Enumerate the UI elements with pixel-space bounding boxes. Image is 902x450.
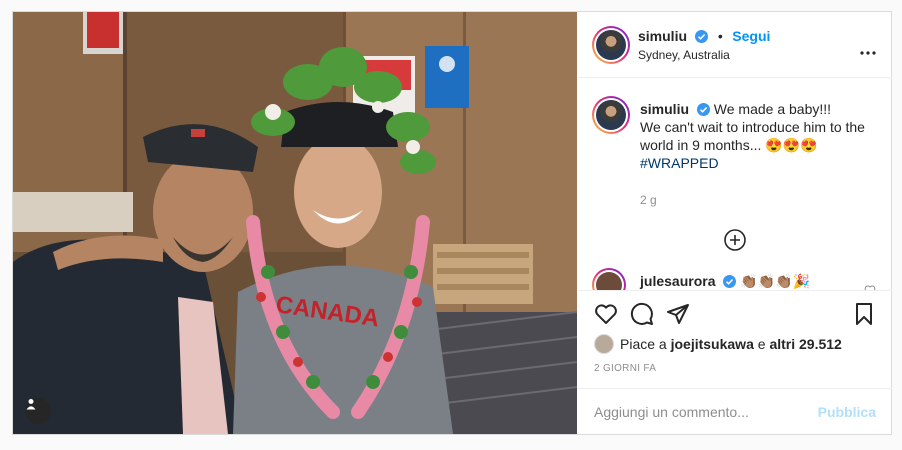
likes-prefix: Piace a — [620, 336, 667, 352]
likes-summary: Piace a joejitsukawa e altri 29.512 — [594, 334, 842, 354]
post-header: simuliu • Segui Sydney, Australia — [578, 12, 892, 78]
commenter-avatar[interactable] — [592, 268, 626, 290]
post-date[interactable]: 2 GIORNI FA — [594, 363, 656, 374]
liker-username[interactable]: joejitsukawa — [671, 336, 754, 352]
verified-badge-icon — [695, 30, 709, 43]
add-comment-bar: Pubblica — [578, 388, 892, 435]
liker-avatar[interactable] — [594, 334, 614, 354]
verified-badge-icon — [696, 102, 710, 116]
separator-dot: • — [717, 28, 723, 44]
post-photo[interactable]: CANADA — [13, 12, 577, 434]
more-horizontal-icon — [860, 42, 876, 59]
verified-badge-icon — [723, 275, 737, 288]
author-avatar[interactable] — [592, 26, 630, 64]
post-actions: Piace a joejitsukawa e altri 29.512 2 GI… — [578, 290, 892, 440]
comment-like-button[interactable] — [864, 283, 876, 290]
comment-text: 👏🏽👏🏽👏🏽🎉 — [740, 273, 810, 289]
caption-hashtag[interactable]: #WRAPPED — [640, 155, 719, 171]
publish-button[interactable]: Pubblica — [818, 404, 876, 420]
load-more-comments-button[interactable] — [723, 228, 747, 252]
save-button[interactable] — [852, 302, 876, 326]
plus-circle-icon — [723, 229, 747, 256]
heart-icon — [864, 283, 876, 290]
comments-section: simuliu We made a baby!!! We can't wait … — [578, 78, 892, 290]
comment-input[interactable] — [594, 401, 814, 423]
like-button[interactable] — [594, 302, 618, 326]
caption-line2: We can't wait to introduce him to the wo… — [640, 119, 865, 153]
post-sidebar: simuliu • Segui Sydney, Australia simuli… — [578, 12, 892, 434]
comment-icon — [630, 302, 654, 330]
comment-button[interactable] — [630, 302, 654, 326]
share-button[interactable] — [666, 302, 690, 326]
likes-conj: e — [757, 336, 766, 352]
caption: simuliu We made a baby!!! We can't wait … — [640, 100, 880, 172]
comment-item: jules​aurora 👏🏽👏🏽👏🏽🎉 — [640, 273, 810, 290]
caption-username[interactable]: simuliu — [640, 101, 689, 117]
caption-time[interactable]: 2 g — [640, 193, 657, 207]
instagram-post: CANADA simuliu • Segui Sydney, Australia… — [12, 11, 892, 435]
more-options-button[interactable] — [860, 42, 876, 60]
post-location[interactable]: Sydney, Australia — [638, 48, 730, 62]
paper-plane-icon — [666, 304, 690, 330]
caption-avatar[interactable] — [592, 96, 630, 134]
commenter-username[interactable]: jules​aurora — [640, 273, 715, 289]
bookmark-icon — [852, 303, 876, 330]
header-line: simuliu • Segui — [638, 28, 770, 46]
author-username[interactable]: simuliu — [638, 28, 687, 44]
photo-illustration: CANADA — [13, 12, 577, 434]
user-tag-button[interactable] — [25, 398, 51, 424]
caption-line1: We made a baby!!! — [713, 101, 832, 117]
follow-button[interactable]: Segui — [732, 28, 770, 44]
likes-count[interactable]: altri 29.512 — [769, 336, 841, 352]
heart-icon — [594, 304, 618, 330]
